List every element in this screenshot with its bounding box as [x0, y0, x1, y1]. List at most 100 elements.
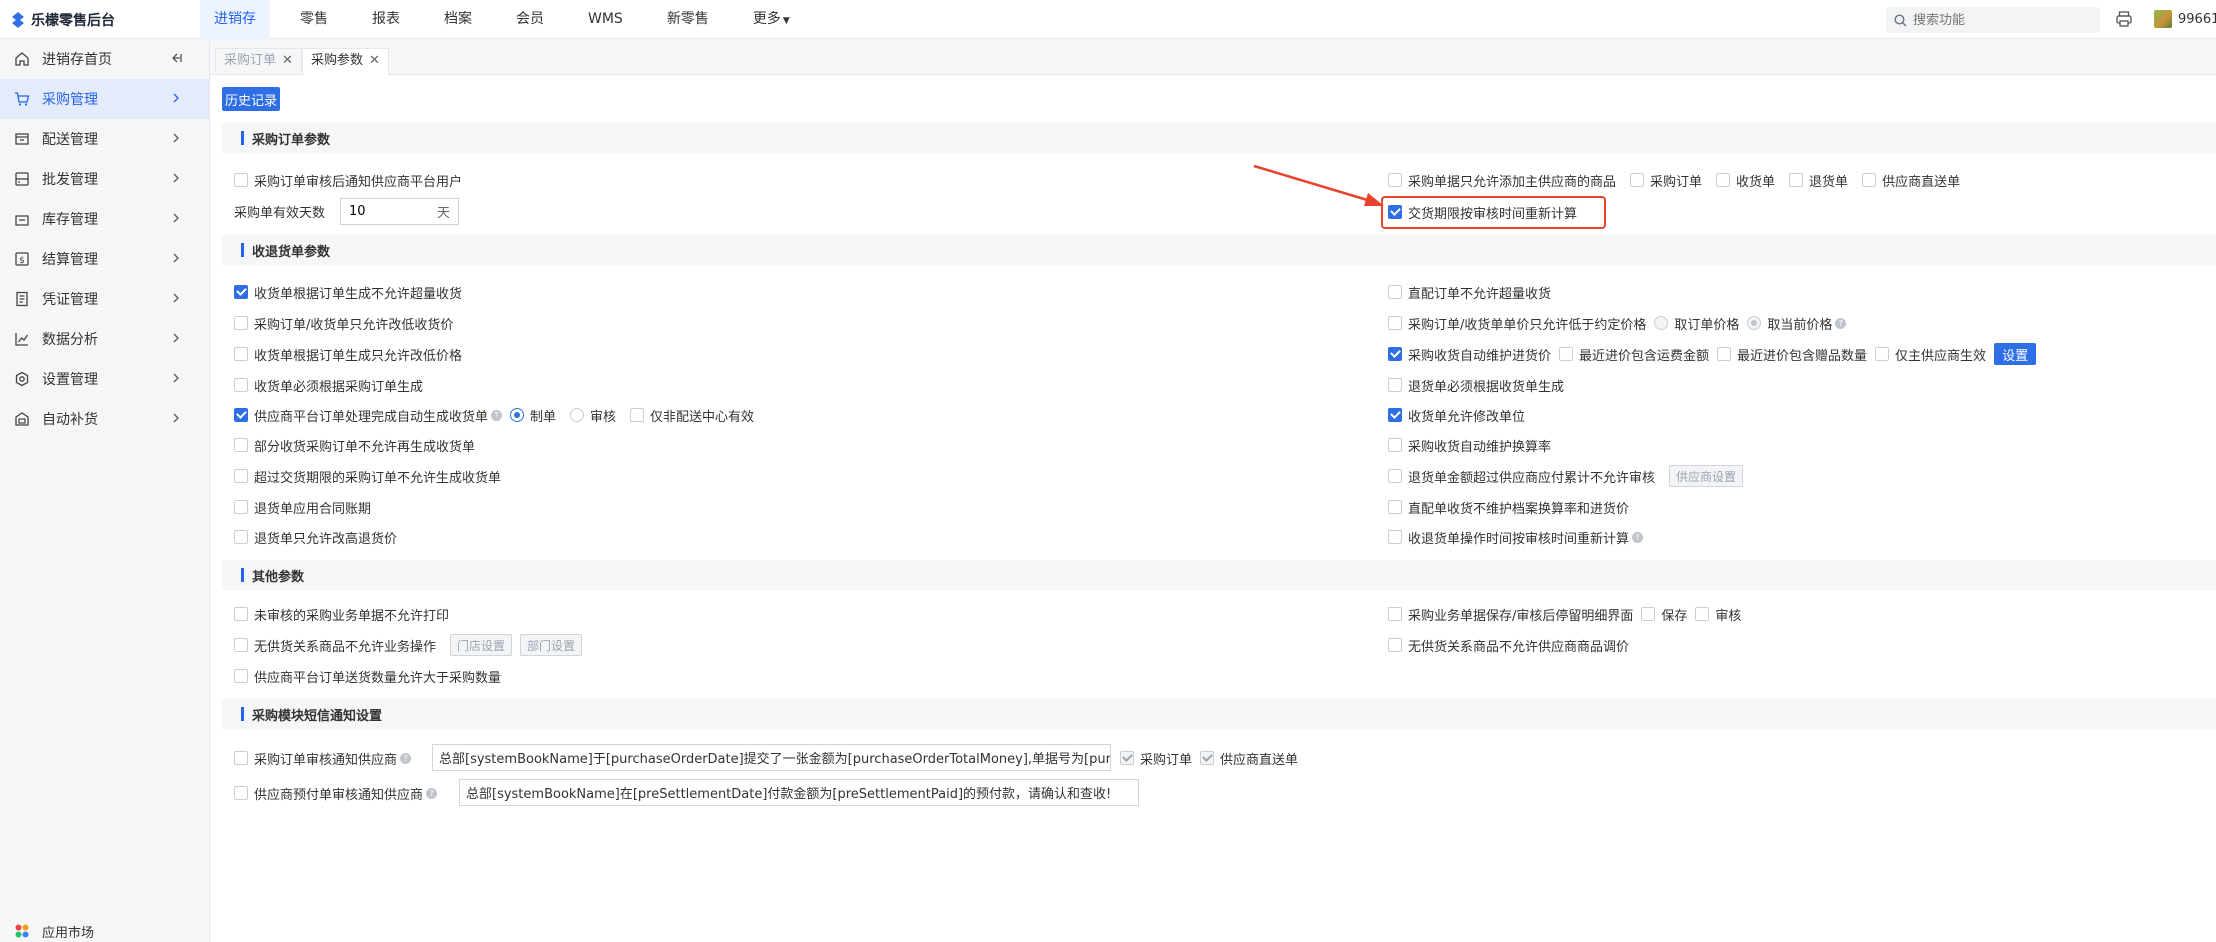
user-menu[interactable]: 99661 [2154, 10, 2216, 28]
sidebar-app-market[interactable]: 应用市场 [14, 920, 94, 942]
checkbox-return[interactable] [1789, 173, 1804, 187]
checkbox[interactable] [234, 347, 248, 361]
sms-template-order-input[interactable]: 总部[systemBookName]于[purchaseOrderDate]提交… [432, 744, 1111, 771]
checkbox-receipt[interactable] [1716, 173, 1731, 187]
checkbox-audit[interactable] [1695, 607, 1710, 621]
opt-recalc-operation-time[interactable]: 收退货单操作时间按审核时间重新计算? [1388, 527, 1644, 547]
opt-price-below-agreed[interactable]: 采购订单/收货单单价只允许低于约定价格 取订单价格 取当前价格? [1388, 313, 1847, 333]
opt-sms-order-audit[interactable]: 采购订单审核通知供应商? [234, 748, 412, 768]
nav-item-more[interactable]: 更多 ▼ [739, 0, 804, 39]
checkbox-non-center[interactable] [630, 408, 645, 422]
checkbox[interactable] [234, 530, 248, 544]
opt-order-lower-price[interactable]: 收货单根据订单生成只允许改低价格 [234, 344, 462, 364]
sidebar-item-inventory[interactable]: 库存管理 [0, 199, 209, 239]
checkbox[interactable] [1388, 408, 1402, 422]
sms-template-prepay-input[interactable]: 总部[systemBookName]在[preSettlementDate]付款… [459, 779, 1139, 806]
sidebar-item-auto-replenish[interactable]: 自动补货 [0, 399, 209, 439]
nav-item-wms[interactable]: WMS [574, 0, 637, 39]
checkbox-sms-direct[interactable] [1200, 751, 1215, 765]
checkbox-purchase-order[interactable] [1630, 173, 1645, 187]
checkbox[interactable] [234, 751, 248, 765]
help-icon[interactable]: ? [426, 787, 438, 799]
sidebar-item-home[interactable]: 进销存首页 [0, 39, 209, 79]
radio-order-price[interactable] [1654, 316, 1669, 330]
opt-stay-detail[interactable]: 采购业务单据保存/审核后停留明细界面 保存 审核 [1388, 604, 1741, 624]
store-settings-button[interactable]: 门店设置 [450, 634, 513, 656]
opt-no-supply-relation[interactable]: 无供货关系商品不允许业务操作 门店设置 部门设置 [234, 634, 583, 656]
dept-settings-button[interactable]: 部门设置 [520, 634, 583, 656]
checkbox[interactable] [234, 316, 248, 330]
checkbox[interactable] [234, 438, 248, 452]
opt-no-price-adjust[interactable]: 无供货关系商品不允许供应商商品调价 [1388, 635, 1629, 655]
opt-notify-supplier[interactable]: 采购订单审核后通知供应商平台用户 [234, 170, 462, 190]
search-box[interactable] [1886, 7, 2100, 33]
valid-days-field[interactable]: 天 [340, 198, 459, 225]
checkbox[interactable] [234, 786, 248, 800]
search-input[interactable] [1913, 12, 2083, 28]
checkbox[interactable] [1388, 469, 1402, 483]
tab-purchase-params[interactable]: 采购参数 ✕ [302, 48, 389, 75]
tab-purchase-order[interactable]: 采购订单 ✕ [215, 48, 302, 72]
opt-lower-price-only[interactable]: 采购订单/收货单只允许改低收货价 [234, 313, 453, 333]
opt-auto-conversion[interactable]: 采购收货自动维护换算率 [1388, 435, 1551, 455]
sidebar-item-wholesale[interactable]: 批发管理 [0, 159, 209, 199]
opt-return-exceed-payable[interactable]: 退货单金额超过供应商应付累计不允许审核 供应商设置 [1388, 465, 1744, 487]
nav-item-inventory[interactable]: 进销存 [200, 0, 270, 39]
app-logo[interactable]: 乐檬零售后台 [11, 10, 115, 30]
opt-return-higher-price[interactable]: 退货单只允许改高退货价 [234, 527, 397, 547]
printer-icon[interactable] [2115, 10, 2133, 28]
help-icon[interactable]: ? [1835, 317, 1847, 329]
checkbox[interactable] [1388, 607, 1402, 621]
checkbox-direct[interactable] [1862, 173, 1877, 187]
checkbox[interactable] [1388, 285, 1402, 299]
sidebar-item-voucher[interactable]: 凭证管理 [0, 279, 209, 319]
collapse-sidebar-icon[interactable] [169, 51, 183, 65]
sidebar-item-purchase[interactable]: 采购管理 [0, 79, 209, 119]
checkbox[interactable] [234, 408, 248, 422]
sidebar-item-analytics[interactable]: 数据分析 [0, 319, 209, 359]
checkbox[interactable] [234, 378, 248, 392]
checkbox[interactable] [1388, 316, 1402, 330]
checkbox[interactable] [234, 669, 248, 683]
checkbox[interactable] [1388, 530, 1402, 544]
checkbox[interactable] [234, 469, 248, 483]
history-button[interactable]: 历史记录 [222, 87, 280, 111]
checkbox[interactable] [1388, 173, 1402, 187]
sidebar-item-settlement[interactable]: $ 结算管理 [0, 239, 209, 279]
checkbox-gift[interactable] [1717, 347, 1732, 361]
checkbox[interactable] [1388, 638, 1402, 652]
checkbox[interactable] [1388, 438, 1402, 452]
opt-delivery-exceed[interactable]: 供应商平台订单送货数量允许大于采购数量 [234, 666, 501, 686]
sidebar-item-distribution[interactable]: 配送管理 [0, 119, 209, 159]
opt-direct-no-maintain[interactable]: 直配单收货不维护档案换算率和进货价 [1388, 497, 1629, 517]
help-icon[interactable]: ? [400, 752, 412, 764]
opt-direct-no-over[interactable]: 直配订单不允许超量收货 [1388, 282, 1551, 302]
radio-audit[interactable] [570, 408, 585, 422]
checkbox[interactable] [234, 607, 248, 621]
close-icon[interactable]: ✕ [369, 53, 380, 68]
valid-days-input[interactable] [349, 204, 429, 219]
opt-no-over-receive[interactable]: 收货单根据订单生成不允许超量收货 [234, 282, 462, 302]
opt-auto-generate-receipt[interactable]: 供应商平台订单处理完成自动生成收货单? 制单 审核 仅非配送中心有效 [234, 405, 754, 425]
radio-make[interactable] [510, 408, 525, 422]
opt-partial-receive[interactable]: 部分收货采购订单不允许再生成收货单 [234, 435, 475, 455]
nav-item-reports[interactable]: 报表 [358, 0, 414, 39]
checkbox[interactable] [1388, 378, 1402, 392]
opt-auto-maintain-price[interactable]: 采购收货自动维护进货价 最近进价包含运费金额 最近进价包含赠品数量 仅主供应商生… [1388, 343, 2037, 365]
checkbox[interactable] [1388, 500, 1402, 514]
opt-return-contract-term[interactable]: 退货单应用合同账期 [234, 497, 371, 517]
checkbox-sms-purchase-order[interactable] [1120, 751, 1134, 765]
opt-no-print-unaudited[interactable]: 未审核的采购业务单据不允许打印 [234, 604, 449, 624]
sidebar-item-settings[interactable]: 设置管理 [0, 359, 209, 399]
checkbox[interactable] [1388, 347, 1402, 361]
checkbox[interactable] [234, 638, 248, 652]
opt-modify-unit[interactable]: 收货单允许修改单位 [1388, 405, 1525, 425]
help-icon[interactable]: ? [1632, 531, 1644, 543]
opt-receipt-from-order[interactable]: 收货单必须根据采购订单生成 [234, 375, 423, 395]
checkbox-save[interactable] [1641, 607, 1656, 621]
checkbox[interactable] [234, 173, 248, 187]
radio-current-price[interactable] [1747, 316, 1762, 330]
nav-item-retail[interactable]: 零售 [286, 0, 342, 39]
help-icon[interactable]: ? [491, 409, 503, 421]
nav-item-members[interactable]: 会员 [502, 0, 558, 39]
